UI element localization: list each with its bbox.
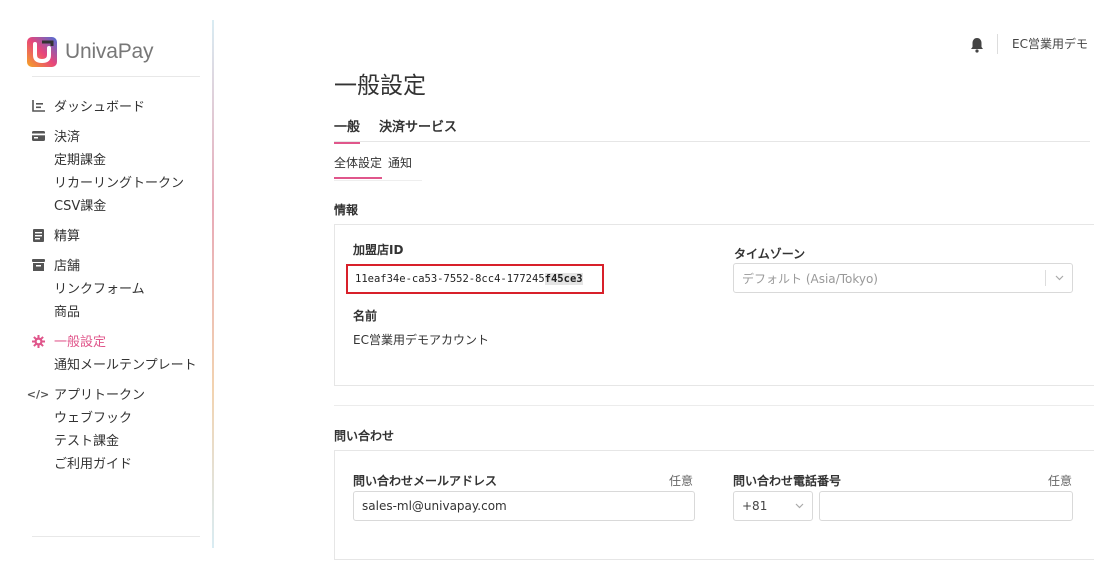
sidebar-item-app-tokens[interactable]: アプリトークン <box>54 384 145 407</box>
sidebar-item-settlement[interactable]: 精算 <box>54 225 80 248</box>
name-value: EC営業用デモアカウント <box>353 333 489 347</box>
info-card <box>334 224 1094 386</box>
sidebar-item-webhooks[interactable]: ウェブフック <box>54 407 145 430</box>
timezone-select[interactable]: デフォルト (Asia/Tokyo) <box>733 263 1073 293</box>
sidebar-item-dashboard[interactable]: ダッシュボード <box>54 96 145 119</box>
nav-group-settings: 一般設定 通知メールテンプレート <box>30 331 197 377</box>
sidebar-accent-border <box>212 20 214 548</box>
subtab-overall-settings[interactable]: 全体設定 <box>334 154 383 179</box>
topbar-separator <box>997 34 998 54</box>
name-label: 名前 <box>353 309 378 323</box>
email-field[interactable]: sales-ml@univapay.com <box>353 491 695 521</box>
store-icon <box>30 255 46 275</box>
sidebar-item-subscriptions[interactable]: 定期課金 <box>54 149 184 172</box>
phone-optional-tag: 任意 <box>1048 474 1073 488</box>
section-divider <box>334 405 1094 406</box>
tabs-divider <box>334 141 1090 142</box>
nav-group-developer: </> アプリトークン ウェブフック テスト課金 ご利用ガイド <box>26 384 197 476</box>
sidebar-item-products[interactable]: 商品 <box>54 301 145 324</box>
credit-card-icon <box>30 126 46 146</box>
email-optional-tag: 任意 <box>669 474 694 488</box>
timezone-label: タイムゾーン <box>734 247 806 261</box>
nav-group-settlement: 精算 <box>30 225 197 248</box>
sidebar-item-test-charges[interactable]: テスト課金 <box>54 430 145 453</box>
merchant-id-prefix: 11eaf34e-ca53-7552-8cc4-177245 <box>355 273 545 285</box>
document-icon <box>30 225 46 245</box>
tab-general[interactable]: 一般 <box>334 116 361 144</box>
sidebar-item-csv-billing[interactable]: CSV課金 <box>54 195 184 218</box>
gear-icon <box>30 331 46 351</box>
phone-label: 問い合わせ電話番号 <box>733 474 842 488</box>
phone-country-code-select[interactable]: +81 <box>733 491 813 521</box>
sidebar-item-store[interactable]: 店舗 <box>54 255 145 278</box>
nav-group-dashboard: ダッシュボード <box>30 96 197 119</box>
sidebar-nav: ダッシュボード 決済 定期課金 リカーリングトークン CSV課金 精算 店舗 リ… <box>26 96 197 476</box>
merchant-id-suffix: f45ce3 <box>544 273 583 285</box>
chevron-down-icon <box>1046 264 1072 292</box>
subtab-notifications[interactable]: 通知 <box>388 154 412 179</box>
sidebar: UnivaPay ダッシュボード 決済 定期課金 リカーリングトークン CSV課… <box>0 20 214 548</box>
email-label: 問い合わせメールアドレス <box>353 474 498 488</box>
sidebar-divider <box>32 76 200 77</box>
bell-icon[interactable] <box>970 37 984 53</box>
sidebar-item-payments[interactable]: 決済 <box>54 126 184 149</box>
sidebar-item-user-guide[interactable]: ご利用ガイド <box>54 453 145 476</box>
chart-icon <box>30 96 46 116</box>
sidebar-item-general-settings[interactable]: 一般設定 <box>54 331 197 354</box>
sidebar-item-link-form[interactable]: リンクフォーム <box>54 278 145 301</box>
code-icon: </> <box>26 387 50 401</box>
univapay-logo-icon <box>27 37 57 67</box>
page-title: 一般設定 <box>334 73 426 99</box>
merchant-id-value[interactable]: 11eaf34e-ca53-7552-8cc4-177245f45ce3 <box>355 273 583 285</box>
sidebar-item-email-templates[interactable]: 通知メールテンプレート <box>54 354 197 377</box>
info-section-title: 情報 <box>334 203 359 217</box>
subtabs-divider <box>334 180 422 181</box>
sub-tabs: 全体設定 通知 <box>334 154 418 179</box>
user-menu[interactable]: EC営業用デモ <box>1012 34 1088 54</box>
nav-group-payments: 決済 定期課金 リカーリングトークン CSV課金 <box>30 126 197 218</box>
brand-name: UnivaPay <box>65 40 154 63</box>
main-tabs: 一般 決済サービス <box>334 116 476 144</box>
sidebar-item-recurring-tokens[interactable]: リカーリングトークン <box>54 172 184 195</box>
chevron-down-icon <box>786 492 812 520</box>
sidebar-bottom-divider <box>32 536 200 537</box>
tab-payment-services[interactable]: 決済サービス <box>379 116 457 144</box>
merchant-id-label: 加盟店ID <box>353 243 404 257</box>
contact-section-title: 問い合わせ <box>334 429 395 443</box>
phone-country-code-value: +81 <box>742 499 768 513</box>
timezone-select-value: デフォルト (Asia/Tokyo) <box>742 271 878 286</box>
nav-group-store: 店舗 リンクフォーム 商品 <box>30 255 197 324</box>
phone-number-field[interactable] <box>819 491 1073 521</box>
merchant-id-highlight: 11eaf34e-ca53-7552-8cc4-177245f45ce3 <box>346 264 604 294</box>
brand-logo[interactable]: UnivaPay <box>26 32 153 72</box>
